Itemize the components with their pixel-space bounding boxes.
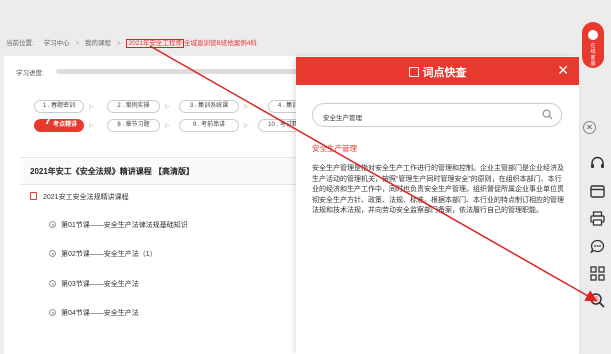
window-icon[interactable] [589,183,606,200]
chevron-right-icon: ▷ [165,104,170,110]
step-item[interactable]: 3 . 集训系统课 [179,100,239,113]
chevron-right-icon: ▷ [244,123,249,129]
lesson-title: 第01节课——安全生产法律法规基础知识 [61,222,188,229]
breadcrumb-my-courses[interactable]: 我的课程 [85,40,111,47]
step-item-active[interactable]: 7 考点精讲 [34,114,84,132]
chapter-title: 2021安工安全法规精讲课程 [43,194,129,201]
online-service-button[interactable]: 在线客服 [582,22,604,68]
play-icon [49,280,56,287]
service-icon [588,30,598,40]
lesson-item[interactable]: 第03节课——安全生产法 [49,279,139,289]
play-icon [49,221,56,228]
panel-title: 词点快查 [296,64,579,80]
chevron-right-icon: ▷ [89,123,94,129]
apps-icon[interactable] [589,265,606,282]
lesson-title: 第02节课——安全生产法（1） [61,251,157,258]
chevron-right-icon: ▷ [89,104,94,110]
document-icon [30,192,37,200]
chat-icon[interactable] [589,238,606,255]
glossary-term: 安全生产管理 [312,144,357,153]
dictionary-search-icon[interactable]: 词 [589,292,606,309]
chevron-right-icon: ▷ [244,104,249,110]
panel-title-text: 词点快查 [422,67,467,79]
breadcrumb-current-highlight: 2021年安全工程师 [126,39,184,48]
glossary-panel-header: 词点快查 ✕ [296,57,579,85]
chapter-item[interactable]: 2021安工安全法规精讲课程 [30,192,129,202]
progress-bar [56,69,306,74]
step-item[interactable]: 1 . 春题密训 [34,100,84,113]
breadcrumb-current: 2021年安全工程师 全城直训营B班他案例4科 [126,39,257,48]
glossary-definition: 安全生产管理是指对安全生产工作进行的管理和控制。企业主管部门是企业经济及生产活动… [312,165,564,214]
glossary-panel: 词点快查 ✕ 安全生产管理 安全生产管理 安全生产管理是指对安全生产工作进行的管… [296,57,579,354]
breadcrumb: 当前位置: 学习中心 > 我的课程 > 2021年安全工程师 全城直训营B班他案例… [6,39,257,48]
play-icon [49,309,56,316]
lesson-item[interactable]: 第02节课——安全生产法（1） [49,249,157,259]
printer-icon[interactable] [589,210,606,227]
online-service-label: 在线客服 [590,43,596,67]
search-icon[interactable] [542,109,553,120]
lesson-title: 第03节课——安全生产法 [61,281,139,288]
lesson-item[interactable]: 第01节课——安全生产法律法规基础知识 [49,220,188,230]
breadcrumb-learning-center[interactable]: 学习中心 [44,40,70,47]
search-value: 安全生产管理 [323,115,362,122]
step-item[interactable]: 9 . 考前串讲 [179,119,239,132]
headset-icon[interactable] [589,155,606,172]
glossary-search-input[interactable]: 安全生产管理 [312,103,562,127]
lesson-item[interactable]: 第04节课——安全生产法 [49,308,139,318]
step-number: 7 [45,113,52,127]
svg-text:词: 词 [593,296,598,303]
breadcrumb-current-rest: 全城直训营B班他案例4科 [183,40,257,47]
step-item[interactable]: 8 . 章节习题 [107,119,160,132]
close-icon[interactable]: ✕ [557,62,569,79]
progress-label: 学习进度: [16,70,44,77]
rail-close-icon[interactable]: ✕ [583,121,596,134]
step-item[interactable]: 2 . 案例实操 [107,100,160,113]
book-icon [408,67,419,77]
breadcrumb-prefix: 当前位置: [6,40,34,47]
play-icon [49,250,56,257]
lesson-title: 第04节课——安全生产法 [61,310,139,317]
chevron-right-icon: ▷ [165,123,170,129]
